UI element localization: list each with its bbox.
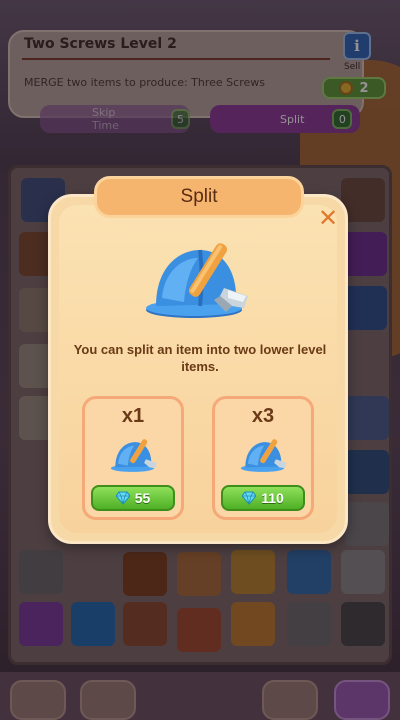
hard-hat-with-hammer-icon bbox=[110, 439, 157, 472]
diamond-icon bbox=[242, 491, 257, 505]
split-option-x3[interactable]: x3 110 bbox=[212, 396, 314, 520]
split-option-x1[interactable]: x1 55 bbox=[82, 396, 184, 520]
buy-split-x3-button[interactable]: 110 bbox=[221, 485, 305, 511]
option-quantity: x3 bbox=[251, 405, 275, 427]
hard-hat-with-hammer-icon bbox=[146, 243, 248, 318]
dialog-title: Split bbox=[180, 186, 218, 207]
split-dialog-header: Split bbox=[94, 176, 304, 218]
split-description: You can split an item into two lower lev… bbox=[73, 342, 327, 374]
close-button[interactable]: ✕ bbox=[316, 206, 340, 230]
buy-split-x1-button[interactable]: 55 bbox=[91, 485, 175, 511]
hard-hat-with-hammer-icon bbox=[240, 439, 287, 472]
price-value: 110 bbox=[261, 490, 284, 506]
diamond-icon bbox=[115, 491, 130, 505]
option-quantity: x1 bbox=[121, 405, 145, 427]
price-value: 55 bbox=[134, 490, 151, 506]
